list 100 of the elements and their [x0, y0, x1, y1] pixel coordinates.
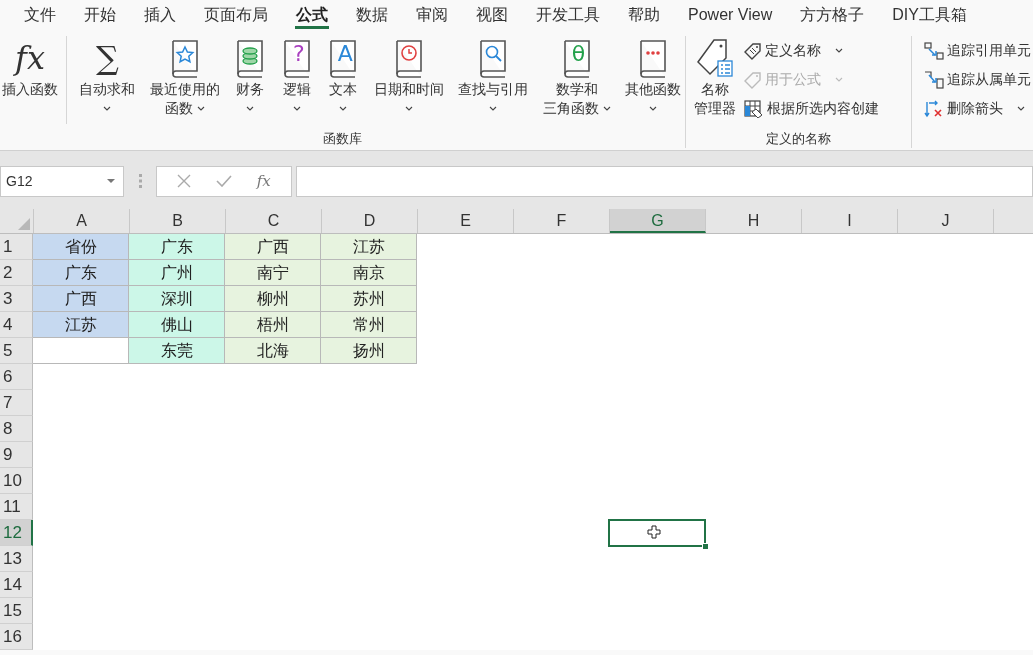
table-cell: 广西 — [33, 286, 129, 312]
table-cell: 江苏 — [33, 312, 129, 338]
row-header[interactable]: 14 — [0, 572, 33, 598]
table-cell: 梧州 — [225, 312, 321, 338]
row-header[interactable]: 16 — [0, 624, 33, 650]
row-header[interactable]: 2 — [0, 260, 33, 286]
caret-icon — [292, 106, 301, 111]
table-cell: 广东 — [129, 234, 225, 260]
ribbon-tab[interactable]: 数据 — [342, 0, 402, 27]
row-header[interactable]: 1 — [0, 234, 33, 260]
ribbon-tab[interactable]: 开发工具 — [522, 0, 614, 27]
fill-handle[interactable] — [702, 543, 709, 550]
ribbon-tab[interactable]: DIY工具箱 — [878, 0, 981, 27]
ribbon-button[interactable]: 根据所选内容创建 — [742, 96, 881, 121]
column-header[interactable]: B — [130, 209, 226, 233]
table-tag-icon — [744, 99, 764, 118]
cursor-icon — [647, 525, 661, 539]
ribbon-button[interactable]: 日期和时间 — [371, 36, 446, 118]
ribbon-tab[interactable]: 审阅 — [402, 0, 462, 27]
row-header[interactable]: 8 — [0, 416, 33, 442]
tag-list-icon — [694, 37, 736, 79]
ribbon-button[interactable]: 名称 管理器 — [692, 36, 738, 118]
table-cell: 苏州 — [321, 286, 417, 312]
table-cell: 省份 — [33, 234, 129, 260]
ribbon-tab[interactable]: 文件 — [10, 0, 70, 27]
ribbon-button[interactable]: ∑ 自动求和 — [77, 36, 138, 118]
grip-icon — [139, 174, 142, 188]
ribbon-button[interactable]: 财务 — [232, 36, 269, 118]
table-cell: 江苏 — [321, 234, 417, 260]
ribbon-button[interactable]: 查找与引用 — [456, 36, 531, 118]
ribbon-button[interactable]: 追踪从属单元 — [922, 67, 1033, 92]
column-header[interactable]: C — [226, 209, 322, 233]
table-cell: 广东 — [33, 260, 129, 286]
name-box[interactable]: G12 — [0, 165, 124, 197]
table-cell: 佛山 — [129, 312, 225, 338]
group-label: 函数库 — [322, 130, 363, 148]
caret-icon — [246, 106, 255, 111]
dropdown-icon — [107, 179, 115, 183]
column-header[interactable]: G — [610, 209, 706, 233]
caret-icon — [339, 106, 348, 111]
ribbon-tab[interactable]: 开始 — [70, 0, 130, 27]
table-cell: 南宁 — [225, 260, 321, 286]
row-header[interactable]: 13 — [0, 546, 33, 572]
row-header[interactable]: 15 — [0, 598, 33, 624]
row-header[interactable]: 6 — [0, 364, 33, 390]
column-header[interactable]: I — [802, 209, 898, 233]
row-header[interactable]: 12 — [0, 520, 33, 546]
ribbon-button[interactable]: 定义名称 — [742, 38, 881, 63]
ribbon-tab[interactable]: Power View — [674, 0, 787, 27]
row-header[interactable]: 7 — [0, 390, 33, 416]
row-header[interactable]: 5 — [0, 338, 33, 364]
caret-icon — [835, 48, 843, 53]
caret-icon — [648, 106, 657, 111]
ribbon-button[interactable]: 最近使用的 函数 — [147, 36, 222, 118]
ribbon-tab[interactable]: 视图 — [462, 0, 522, 27]
row-header[interactable]: 10 — [0, 468, 33, 494]
ribbon-button[interactable]: 删除箭头 — [922, 96, 1033, 121]
column-header[interactable]: A — [34, 209, 130, 233]
column-header[interactable]: D — [322, 209, 418, 233]
column-header[interactable]: J — [898, 209, 994, 233]
row-header[interactable]: 4 — [0, 312, 33, 338]
table-cell: 深圳 — [129, 286, 225, 312]
table-cell: 东莞 — [129, 338, 225, 364]
table-cell: 常州 — [321, 312, 417, 338]
table-cell: 扬州 — [321, 338, 417, 364]
function-icon: ∑ — [96, 38, 119, 78]
cancel-icon[interactable] — [177, 174, 192, 188]
group-label: 定义的名称 — [765, 130, 832, 148]
row-header[interactable]: 11 — [0, 494, 33, 520]
ribbon-tab[interactable]: 插入 — [130, 0, 190, 27]
row-header[interactable]: 3 — [0, 286, 33, 312]
ribbon-button[interactable]: A 文本 — [325, 36, 362, 118]
check-icon[interactable] — [216, 175, 232, 187]
tag-icon — [744, 41, 762, 60]
ribbon-tab[interactable]: 公式 — [282, 0, 342, 27]
row-header[interactable]: 9 — [0, 442, 33, 468]
column-header[interactable]: E — [418, 209, 514, 233]
ribbon-button[interactable]: fx 插入函数 — [0, 36, 67, 124]
trace-arrow-icon — [924, 41, 944, 60]
ribbon-tab[interactable]: 方方格子 — [786, 0, 879, 27]
ribbon-button[interactable]: ? 逻辑 — [278, 36, 315, 118]
function-icon: fx — [15, 38, 45, 78]
ribbon-button[interactable]: 追踪引用单元 — [922, 38, 1033, 63]
formula-input[interactable] — [296, 165, 1033, 197]
caret-icon — [196, 106, 205, 111]
remove-arrows-icon — [924, 99, 944, 118]
ribbon-button[interactable]: θ 数学和 三角函数 — [540, 36, 613, 118]
caret-icon — [835, 77, 843, 82]
ribbon-tab[interactable]: 页面布局 — [190, 0, 282, 27]
caret-icon — [489, 106, 498, 111]
insert-function-button[interactable]: fx — [256, 172, 271, 190]
table-cell: 广州 — [129, 260, 225, 286]
ribbon-tab[interactable]: 帮助 — [614, 0, 674, 27]
select-all-icon[interactable] — [18, 218, 30, 230]
column-header[interactable]: H — [706, 209, 802, 233]
ribbon-button[interactable]: 其他函数 — [622, 36, 683, 118]
caret-icon — [602, 106, 611, 111]
table-cell: 北海 — [225, 338, 321, 364]
table-cell: 南京 — [321, 260, 417, 286]
table-cell: 柳州 — [225, 286, 321, 312]
